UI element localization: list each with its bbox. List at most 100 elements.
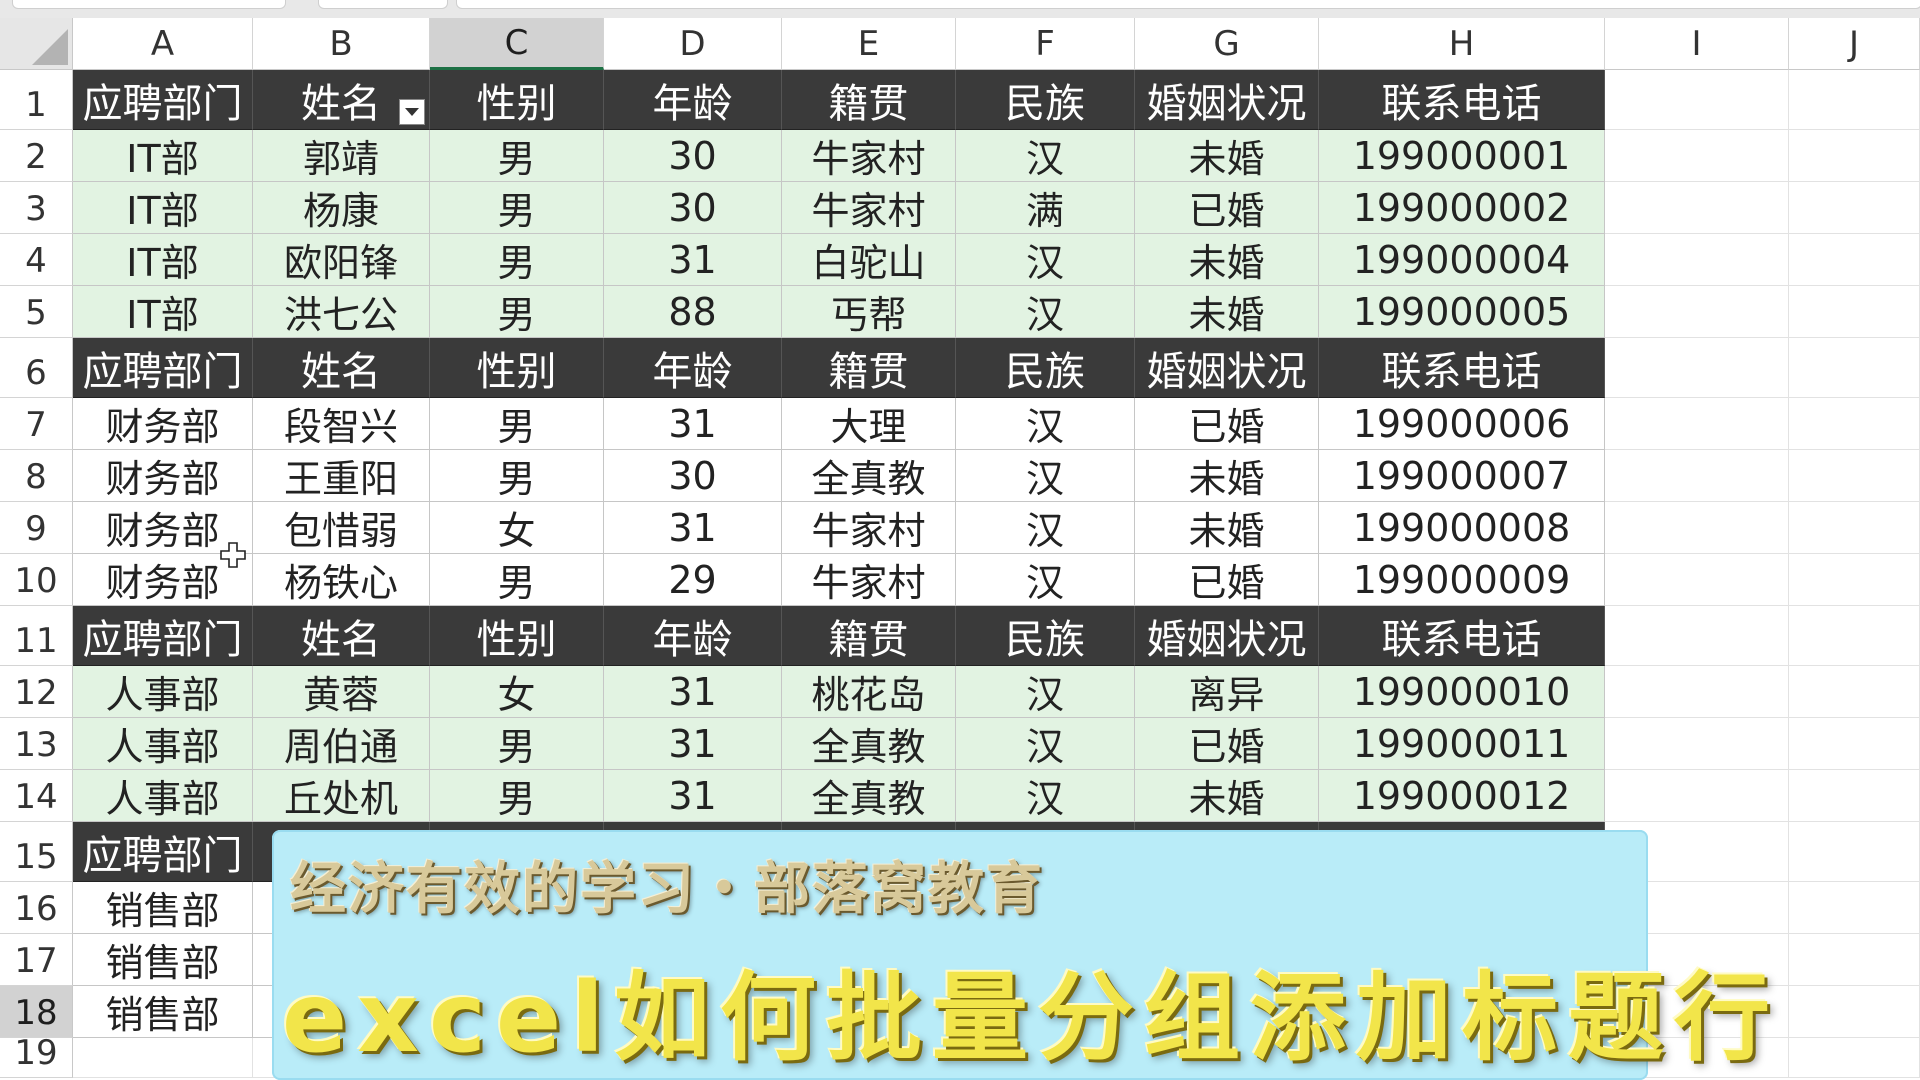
cell-i5[interactable] [1605, 286, 1789, 338]
cell-b4[interactable]: 欧阳锋 [253, 234, 430, 286]
cell-b6[interactable]: 姓名 [253, 338, 430, 398]
column-header-d[interactable]: D [604, 18, 782, 70]
cell-h10[interactable]: 199000009 [1319, 554, 1605, 606]
cell-g1[interactable]: 婚姻状况 [1135, 70, 1319, 130]
cell-e6[interactable]: 籍贯 [782, 338, 956, 398]
cell-b14[interactable]: 丘处机 [253, 770, 430, 822]
cell-h14[interactable]: 199000012 [1319, 770, 1605, 822]
cell-a16[interactable]: 销售部 [73, 882, 253, 934]
column-header-g[interactable]: G [1135, 18, 1319, 70]
cell-i9[interactable] [1605, 502, 1789, 554]
cell-d9[interactable]: 31 [604, 502, 782, 554]
cell-g2[interactable]: 未婚 [1135, 130, 1319, 182]
cell-d3[interactable]: 30 [604, 182, 782, 234]
cell-d12[interactable]: 31 [604, 666, 782, 718]
row-header-6[interactable]: 6 [0, 338, 73, 398]
cell-j13[interactable] [1789, 718, 1920, 770]
cell-g7[interactable]: 已婚 [1135, 398, 1319, 450]
cell-f14[interactable]: 汉 [956, 770, 1135, 822]
cell-f2[interactable]: 汉 [956, 130, 1135, 182]
cell-c10[interactable]: 男 [430, 554, 604, 606]
cell-c2[interactable]: 男 [430, 130, 604, 182]
cell-e13[interactable]: 全真教 [782, 718, 956, 770]
cell-e4[interactable]: 白驼山 [782, 234, 956, 286]
filter-dropdown-icon[interactable] [399, 99, 425, 125]
cell-f6[interactable]: 民族 [956, 338, 1135, 398]
cell-j7[interactable] [1789, 398, 1920, 450]
cell-h4[interactable]: 199000004 [1319, 234, 1605, 286]
cell-j1[interactable] [1789, 70, 1920, 130]
cell-a15[interactable]: 应聘部门 [73, 822, 253, 882]
cell-c3[interactable]: 男 [430, 182, 604, 234]
column-header-b[interactable]: B [253, 18, 430, 70]
cell-i4[interactable] [1605, 234, 1789, 286]
cell-i7[interactable] [1605, 398, 1789, 450]
cell-d4[interactable]: 31 [604, 234, 782, 286]
cell-c7[interactable]: 男 [430, 398, 604, 450]
column-header-a[interactable]: A [73, 18, 253, 70]
cell-d11[interactable]: 年龄 [604, 606, 782, 666]
cell-c14[interactable]: 男 [430, 770, 604, 822]
cell-g6[interactable]: 婚姻状况 [1135, 338, 1319, 398]
cell-e2[interactable]: 牛家村 [782, 130, 956, 182]
cell-f5[interactable]: 汉 [956, 286, 1135, 338]
cell-d1[interactable]: 年龄 [604, 70, 782, 130]
cell-j16[interactable] [1789, 882, 1920, 934]
cell-a4[interactable]: IT部 [73, 234, 253, 286]
cell-e8[interactable]: 全真教 [782, 450, 956, 502]
cell-g8[interactable]: 未婚 [1135, 450, 1319, 502]
column-header-e[interactable]: E [782, 18, 956, 70]
select-all-triangle-icon[interactable] [0, 18, 73, 70]
cell-h11[interactable]: 联系电话 [1319, 606, 1605, 666]
cell-i10[interactable] [1605, 554, 1789, 606]
cell-e14[interactable]: 全真教 [782, 770, 956, 822]
cell-a14[interactable]: 人事部 [73, 770, 253, 822]
cell-j19[interactable] [1789, 1038, 1920, 1078]
cell-f4[interactable]: 汉 [956, 234, 1135, 286]
cell-i2[interactable] [1605, 130, 1789, 182]
cell-g3[interactable]: 已婚 [1135, 182, 1319, 234]
cell-i12[interactable] [1605, 666, 1789, 718]
cell-f3[interactable]: 满 [956, 182, 1135, 234]
cell-e7[interactable]: 大理 [782, 398, 956, 450]
cell-f12[interactable]: 汉 [956, 666, 1135, 718]
cell-i3[interactable] [1605, 182, 1789, 234]
row-header-11[interactable]: 11 [0, 606, 73, 666]
cell-a7[interactable]: 财务部 [73, 398, 253, 450]
cell-b1[interactable]: 姓名 [253, 70, 430, 130]
column-header-j[interactable]: J [1789, 18, 1920, 70]
cell-a19[interactable] [73, 1038, 253, 1078]
cell-c12[interactable]: 女 [430, 666, 604, 718]
cell-i8[interactable] [1605, 450, 1789, 502]
cell-b11[interactable]: 姓名 [253, 606, 430, 666]
cell-a18[interactable]: 销售部 [73, 986, 253, 1038]
cell-d7[interactable]: 31 [604, 398, 782, 450]
cell-b5[interactable]: 洪七公 [253, 286, 430, 338]
cell-d2[interactable]: 30 [604, 130, 782, 182]
cell-a12[interactable]: 人事部 [73, 666, 253, 718]
cell-c9[interactable]: 女 [430, 502, 604, 554]
row-header-5[interactable]: 5 [0, 286, 73, 338]
row-header-13[interactable]: 13 [0, 718, 73, 770]
column-header-i[interactable]: I [1605, 18, 1789, 70]
cell-c11[interactable]: 性别 [430, 606, 604, 666]
cell-j6[interactable] [1789, 338, 1920, 398]
cell-g11[interactable]: 婚姻状况 [1135, 606, 1319, 666]
cell-h8[interactable]: 199000007 [1319, 450, 1605, 502]
cell-e12[interactable]: 桃花岛 [782, 666, 956, 718]
cell-j11[interactable] [1789, 606, 1920, 666]
cell-b3[interactable]: 杨康 [253, 182, 430, 234]
cell-a13[interactable]: 人事部 [73, 718, 253, 770]
cell-a5[interactable]: IT部 [73, 286, 253, 338]
cell-h7[interactable]: 199000006 [1319, 398, 1605, 450]
cell-f10[interactable]: 汉 [956, 554, 1135, 606]
cell-c1[interactable]: 性别 [430, 70, 604, 130]
column-header-c[interactable]: C [430, 18, 604, 70]
row-header-2[interactable]: 2 [0, 130, 73, 182]
column-header-h[interactable]: H [1319, 18, 1605, 70]
cell-f1[interactable]: 民族 [956, 70, 1135, 130]
row-header-7[interactable]: 7 [0, 398, 73, 450]
cell-c4[interactable]: 男 [430, 234, 604, 286]
cell-d14[interactable]: 31 [604, 770, 782, 822]
row-header-18[interactable]: 18 [0, 986, 73, 1038]
